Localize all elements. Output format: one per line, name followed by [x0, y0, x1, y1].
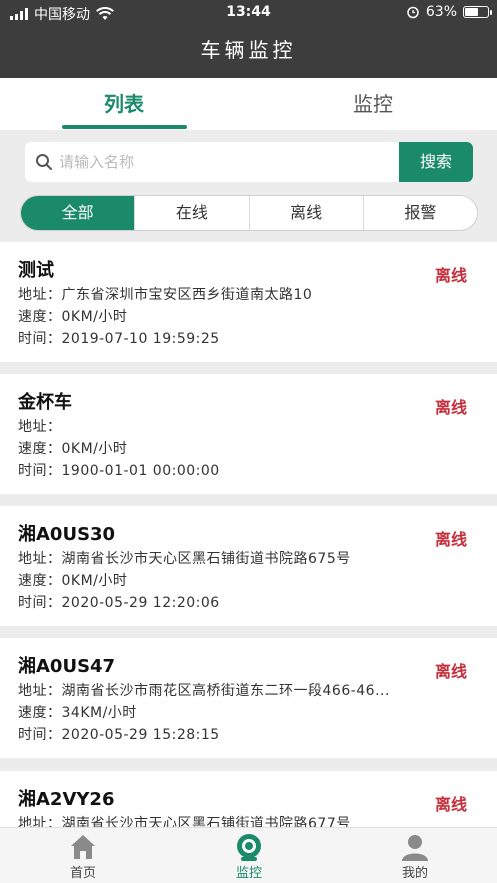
nav-monitor[interactable]: 监控	[166, 828, 332, 883]
vehicle-name: 湘A0US47	[18, 656, 116, 677]
vehicle-time: 时间：2020-05-29 12:20:06	[18, 595, 220, 611]
status-right: 63%	[406, 4, 492, 20]
battery-level	[465, 8, 478, 16]
status-bar: 中国移动 13:44 63%	[0, 0, 497, 26]
status-badge: 离线	[434, 795, 467, 814]
search-icon	[36, 154, 52, 170]
vehicle-address: 地址：湖南省长沙市天心区黑石铺街道书院路675号	[18, 551, 351, 567]
status-badge: 离线	[434, 662, 467, 681]
status-badge: 离线	[434, 530, 467, 549]
home-icon	[71, 835, 95, 859]
vehicle-speed: 速度：0KM/小时	[18, 441, 128, 457]
vehicle-name: 金杯车	[18, 392, 72, 413]
status-badge: 离线	[434, 398, 467, 417]
nav-mine-label: 我的	[401, 866, 428, 881]
page-title: 车辆监控	[0, 26, 497, 78]
vehicle-time: 时间：1900-01-01 00:00:00	[18, 463, 220, 479]
vehicle-speed: 速度：0KM/小时	[18, 309, 128, 325]
status-filter: 全部 在线 离线 报警	[20, 195, 478, 231]
vehicle-address: 地址：湖南省长沙市天心区黑石铺街道书院路677号	[18, 816, 351, 827]
vehicle-name: 湘A2VY26	[18, 789, 115, 810]
tab-monitor[interactable]: 监控	[249, 78, 497, 130]
search-box: 搜索	[25, 142, 473, 182]
vehicle-name: 测试	[18, 260, 54, 281]
tab-list[interactable]: 列表	[0, 78, 248, 130]
vehicle-time: 时间：2020-05-29 15:28:15	[18, 727, 220, 743]
nav-home[interactable]: 首页	[0, 828, 166, 883]
filter-online[interactable]: 在线	[134, 196, 248, 230]
view-tabs: 列表 监控	[0, 78, 497, 130]
vehicle-card[interactable]: 湘A2VY26 离线 地址：湖南省长沙市天心区黑石铺街道书院路677号	[0, 771, 497, 827]
nav-mine[interactable]: 我的	[332, 828, 497, 883]
vehicle-card[interactable]: 金杯车 离线 地址： 速度：0KM/小时 时间：1900-01-01 00:00…	[0, 374, 497, 494]
battery-percent: 63%	[425, 4, 457, 20]
bottom-tab-bar: 首页 监控 我的	[0, 827, 497, 883]
vehicle-card[interactable]: 湘A0US30 离线 地址：湖南省长沙市天心区黑石铺街道书院路675号 速度：0…	[0, 506, 497, 626]
vehicle-speed: 速度：0KM/小时	[18, 573, 128, 589]
search-input[interactable]	[59, 142, 389, 182]
filter-all[interactable]: 全部	[21, 196, 135, 230]
nav-home-label: 首页	[69, 866, 96, 881]
vehicle-name: 湘A0US30	[18, 524, 116, 545]
vehicle-speed: 速度：34KM/小时	[18, 705, 137, 721]
vehicle-address: 地址：湖南省长沙市雨花区高桥街道东二环一段466-46...	[18, 683, 390, 699]
battery-icon	[463, 6, 492, 18]
filter-offline[interactable]: 离线	[248, 196, 363, 230]
search-button[interactable]: 搜索	[399, 142, 473, 182]
user-icon	[402, 835, 428, 861]
vehicle-card[interactable]: 湘A0US47 离线 地址：湖南省长沙市雨花区高桥街道东二环一段466-46..…	[0, 638, 497, 758]
filter-alarm[interactable]: 报警	[362, 196, 477, 230]
nav-monitor-label: 监控	[235, 866, 262, 881]
vehicle-address: 地址：	[18, 419, 62, 435]
vehicle-address: 地址：广东省深圳市宝安区西乡街道南太路10	[18, 287, 313, 303]
status-badge: 离线	[434, 266, 467, 285]
alarm-icon	[407, 6, 419, 19]
vehicle-list: 测试 离线 地址：广东省深圳市宝安区西乡街道南太路10 速度：0KM/小时 时间…	[0, 242, 497, 827]
monitor-camera-icon	[237, 834, 261, 861]
vehicle-time: 时间：2019-07-10 19:59:25	[18, 331, 220, 347]
active-tab-indicator	[62, 125, 187, 129]
search-area: 搜索 全部 在线 离线 报警	[0, 130, 497, 242]
vehicle-card[interactable]: 测试 离线 地址：广东省深圳市宝安区西乡街道南太路10 速度：0KM/小时 时间…	[0, 242, 497, 362]
